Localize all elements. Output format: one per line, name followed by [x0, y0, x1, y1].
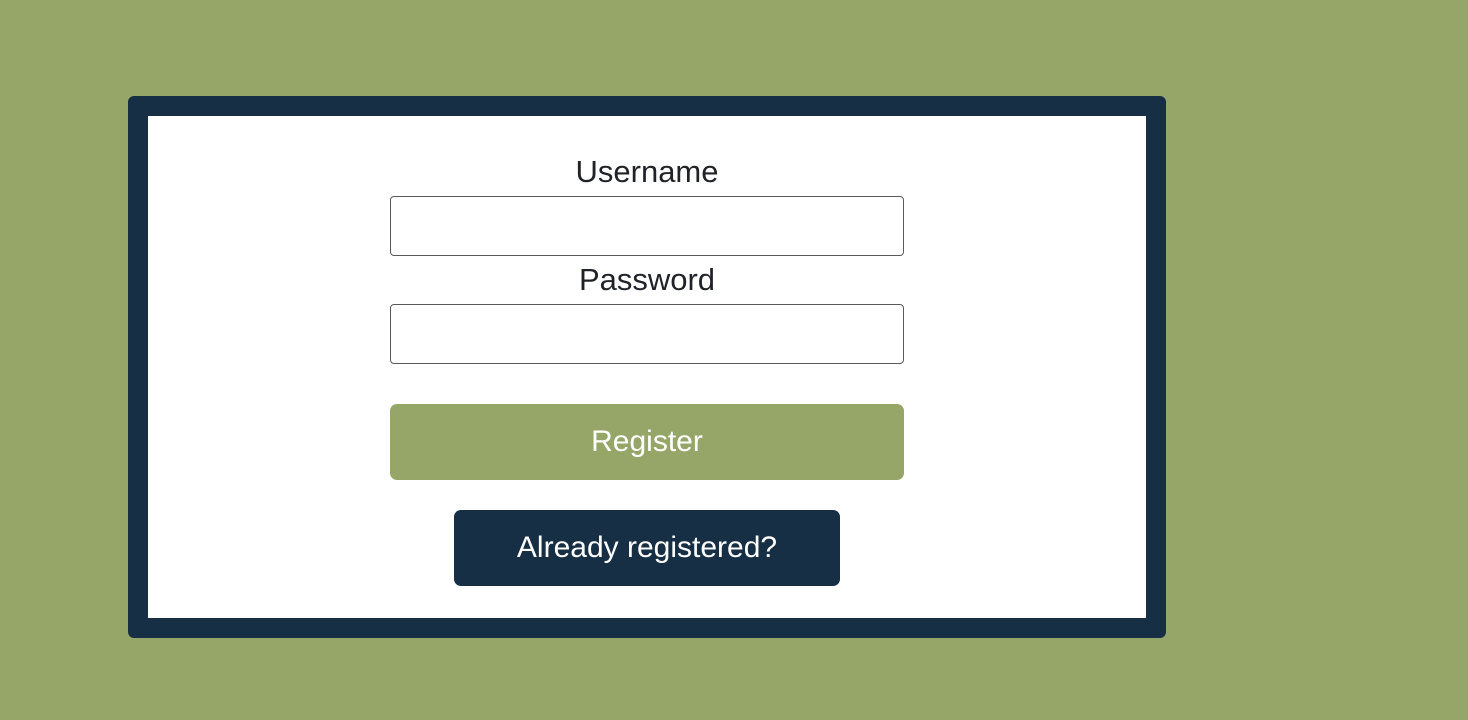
already-registered-button[interactable]: Already registered?: [454, 510, 840, 586]
register-form: Username Password Register Already regis…: [148, 116, 1146, 618]
register-card: Username Password Register Already regis…: [128, 96, 1166, 638]
register-button[interactable]: Register: [390, 404, 904, 480]
password-input[interactable]: [390, 304, 904, 364]
username-label: Username: [575, 154, 719, 189]
password-label: Password: [578, 262, 716, 297]
username-input[interactable]: [390, 196, 904, 256]
